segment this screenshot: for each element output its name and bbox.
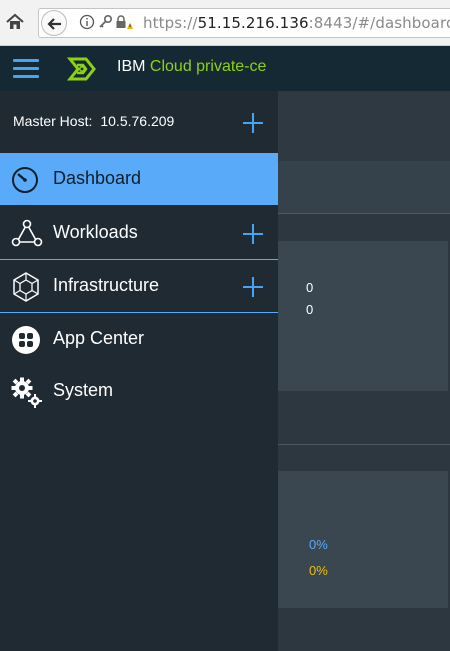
brand-title: IBM Cloud private-ce	[117, 58, 266, 76]
master-host-label: Master Host:	[13, 113, 93, 129]
summary-card-resources: 0% 0%	[278, 471, 448, 608]
master-host-info: Master Host: 10.5.76.209	[13, 113, 174, 129]
url-path: :8443/#/dashboard/	[308, 14, 450, 32]
gears-icon	[10, 376, 42, 408]
home-icon[interactable]	[4, 11, 26, 33]
sidebar-item-label: Infrastructure	[53, 275, 160, 295]
cpu-percent: 0%	[309, 537, 328, 552]
url-scheme: https://	[143, 14, 198, 32]
workloads-icon	[10, 218, 43, 250]
expand-workloads-plus-icon[interactable]	[243, 224, 263, 244]
sidebar-nav: Master Host: 10.5.76.209 Dashboard Worklo…	[0, 91, 278, 651]
brand-product: Cloud private-ce	[149, 58, 267, 75]
url-host: 51.15.216.136	[197, 14, 309, 32]
content-divider	[278, 213, 450, 214]
address-bar[interactable]: https://51.15.216.136:8443/#/dashboard/	[38, 8, 450, 38]
card-value: 0	[306, 280, 314, 295]
sidebar-item-label: Dashboard	[53, 168, 142, 188]
sidebar-item-app-center[interactable]: App Center	[0, 313, 278, 365]
memory-percent: 0%	[309, 563, 328, 578]
add-master-host-plus-icon[interactable]	[243, 113, 263, 133]
insecure-lock-warning-icon	[115, 14, 133, 34]
back-button[interactable]	[41, 10, 67, 36]
sidebar-item-label: System	[53, 380, 114, 400]
hamburger-icon[interactable]	[13, 59, 39, 79]
site-identity-icons[interactable]	[79, 14, 133, 34]
app-center-icon	[10, 324, 42, 356]
browser-toolbar: https://51.15.216.136:8443/#/dashboard/	[0, 0, 450, 46]
sidebar-item-workloads[interactable]: Workloads	[0, 207, 278, 259]
ibm-cloud-logo	[66, 54, 98, 84]
infrastructure-icon	[10, 271, 42, 303]
master-host-ip: 10.5.76.209	[100, 113, 175, 129]
info-icon	[79, 14, 95, 34]
sidebar-item-system[interactable]: System	[0, 365, 278, 417]
dashboard-content: 0 0 0% 0%	[278, 91, 450, 651]
content-divider	[278, 444, 450, 445]
url-text[interactable]: https://51.15.216.136:8443/#/dashboard/	[143, 14, 450, 32]
sidebar-item-dashboard[interactable]: Dashboard	[0, 153, 278, 205]
content-band-top	[278, 91, 450, 161]
content-band-header	[278, 161, 450, 213]
summary-card-deployments: 0 0	[278, 241, 448, 391]
sidebar-item-label: Workloads	[53, 222, 138, 242]
brand-prefix: IBM	[117, 58, 146, 75]
expand-infrastructure-plus-icon[interactable]	[243, 277, 263, 297]
app-header: IBM Cloud private-ce	[0, 46, 450, 91]
sidebar-item-label: App Center	[53, 328, 145, 348]
sidebar-item-infrastructure[interactable]: Infrastructure	[0, 260, 278, 312]
card-value: 0	[306, 302, 314, 317]
key-icon	[97, 14, 113, 34]
dashboard-gauge-icon	[10, 164, 42, 196]
